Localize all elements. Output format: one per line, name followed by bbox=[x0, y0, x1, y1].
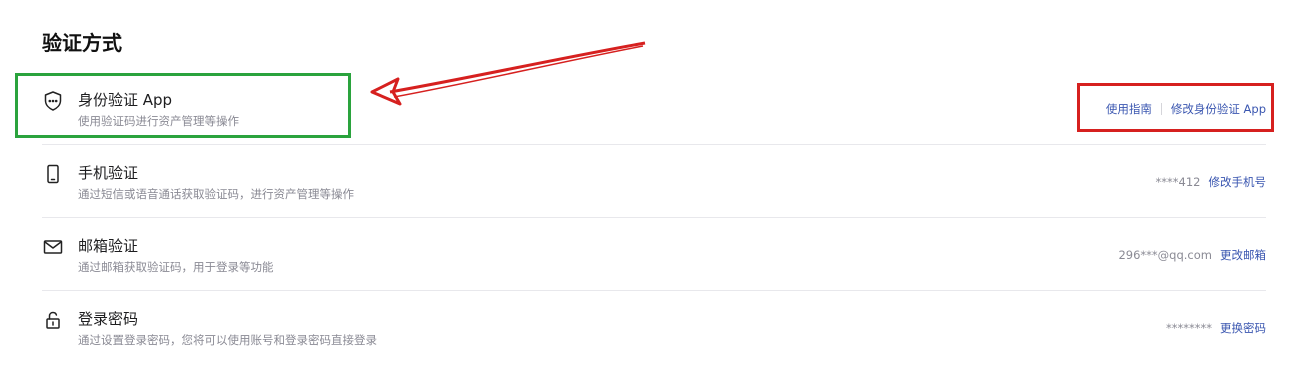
red-arrow-icon bbox=[370, 41, 646, 106]
